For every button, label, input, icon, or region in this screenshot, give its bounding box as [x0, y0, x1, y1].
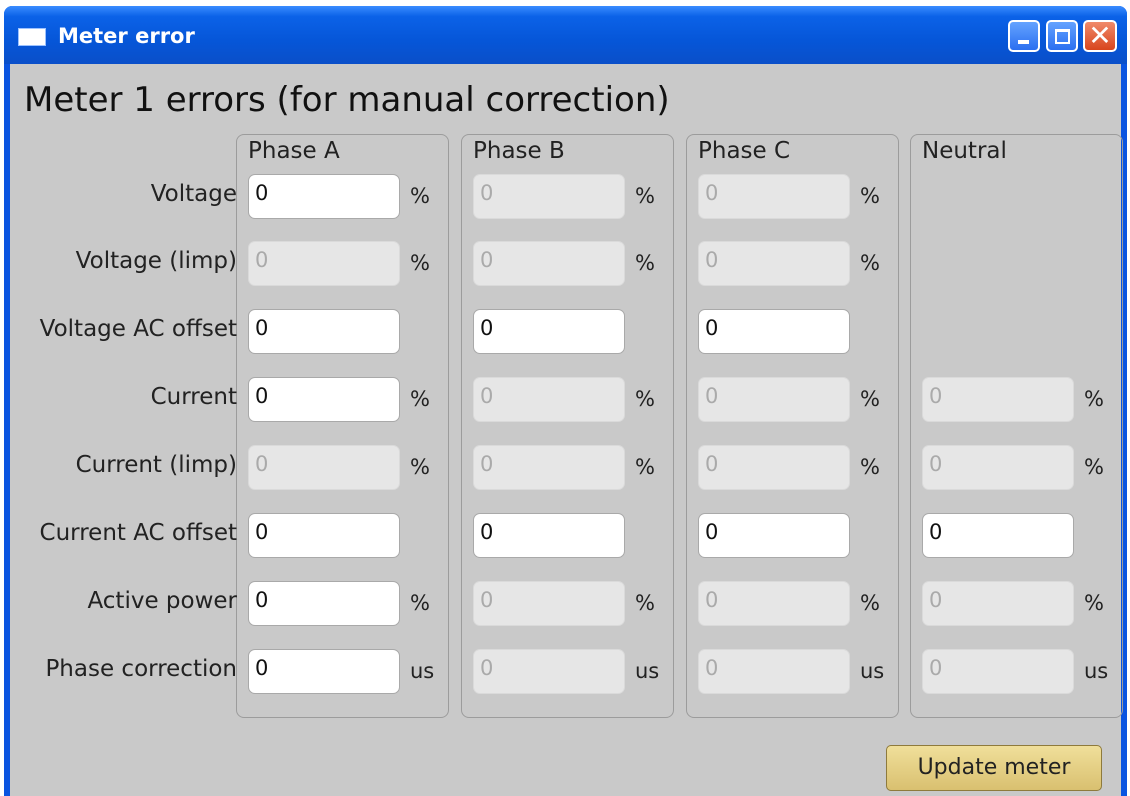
phase-a-header: Phase A — [248, 138, 340, 164]
unit-label: us — [860, 659, 885, 683]
row-label-current: Current — [150, 384, 237, 410]
neutral-header: Neutral — [922, 138, 1007, 164]
unit-label: % — [635, 184, 655, 208]
row-label-voltage: Voltage — [150, 181, 237, 207]
unit-label: % — [410, 591, 430, 615]
neutral-current-input: 0 — [922, 377, 1074, 422]
window-icon — [18, 28, 46, 46]
phase-c-voltage-limp-input: 0 — [698, 241, 850, 286]
phase-a-voltage-ac-offset-input[interactable]: 0 — [248, 309, 400, 354]
phase-c-header: Phase C — [698, 138, 791, 164]
unit-label: % — [1084, 591, 1104, 615]
maximize-icon — [1055, 29, 1070, 44]
minimize-button[interactable] — [1008, 20, 1040, 52]
phase-a-group — [236, 134, 449, 718]
phase-a-current-ac-offset-input[interactable]: 0 — [248, 513, 400, 558]
page-heading: Meter 1 errors (for manual correction) — [24, 80, 670, 120]
phase-c-phase-correction-input: 0 — [698, 649, 850, 694]
minimize-icon — [1018, 40, 1029, 44]
unit-label: % — [635, 591, 655, 615]
phase-b-phase-correction-input: 0 — [473, 649, 625, 694]
phase-b-header: Phase B — [473, 138, 565, 164]
phase-c-active-power-input: 0 — [698, 581, 850, 626]
row-label-voltage-limp: Voltage (limp) — [75, 248, 237, 274]
unit-label: % — [860, 591, 880, 615]
phase-a-voltage-limp-input: 0 — [248, 241, 400, 286]
unit-label: % — [1084, 455, 1104, 479]
phase-c-voltage-input: 0 — [698, 174, 850, 219]
phase-a-current-input[interactable]: 0 — [248, 377, 400, 422]
unit-label: % — [635, 387, 655, 411]
unit-label: % — [410, 184, 430, 208]
row-label-voltage-ac-offset: Voltage AC offset — [39, 316, 237, 342]
unit-label: % — [635, 455, 655, 479]
phase-c-group — [686, 134, 899, 718]
phase-a-phase-correction-input[interactable]: 0 — [248, 649, 400, 694]
phase-c-voltage-ac-offset-input[interactable]: 0 — [698, 309, 850, 354]
phase-a-active-power-input[interactable]: 0 — [248, 581, 400, 626]
phase-b-voltage-input: 0 — [473, 174, 625, 219]
phase-c-current-input: 0 — [698, 377, 850, 422]
neutral-phase-correction-input: 0 — [922, 649, 1074, 694]
row-label-current-limp: Current (limp) — [75, 452, 237, 478]
window-title: Meter error — [58, 24, 195, 48]
unit-label: us — [635, 659, 660, 683]
unit-label: % — [410, 251, 430, 275]
phase-a-current-limp-input: 0 — [248, 445, 400, 490]
row-label-active-power: Active power — [87, 588, 237, 614]
phase-b-current-limp-input: 0 — [473, 445, 625, 490]
phase-c-current-ac-offset-input[interactable]: 0 — [698, 513, 850, 558]
neutral-active-power-input: 0 — [922, 581, 1074, 626]
phase-b-group — [461, 134, 674, 718]
phase-b-current-input: 0 — [473, 377, 625, 422]
row-label-current-ac-offset: Current AC offset — [39, 520, 237, 546]
neutral-current-ac-offset-input[interactable]: 0 — [922, 513, 1074, 558]
unit-label: us — [1084, 659, 1109, 683]
unit-label: % — [860, 455, 880, 479]
update-meter-button[interactable]: Update meter — [886, 745, 1102, 791]
row-label-phase-correction: Phase correction — [45, 656, 237, 682]
unit-label: us — [410, 659, 435, 683]
unit-label: % — [860, 251, 880, 275]
phase-a-voltage-input[interactable]: 0 — [248, 174, 400, 219]
phase-b-current-ac-offset-input[interactable]: 0 — [473, 513, 625, 558]
unit-label: % — [860, 387, 880, 411]
close-button[interactable]: ✕ — [1083, 20, 1117, 52]
phase-b-voltage-ac-offset-input[interactable]: 0 — [473, 309, 625, 354]
maximize-button[interactable] — [1046, 20, 1078, 52]
close-icon: ✕ — [1088, 19, 1112, 52]
unit-label: % — [635, 251, 655, 275]
phase-b-voltage-limp-input: 0 — [473, 241, 625, 286]
window-content: Meter 1 errors (for manual correction) U… — [10, 64, 1123, 796]
unit-label: % — [860, 184, 880, 208]
neutral-group — [910, 134, 1123, 718]
meter-error-window: Meter error ✕ Meter 1 errors (for manual… — [4, 6, 1127, 796]
neutral-current-limp-input: 0 — [922, 445, 1074, 490]
unit-label: % — [1084, 387, 1104, 411]
unit-label: % — [410, 387, 430, 411]
unit-label: % — [410, 455, 430, 479]
phase-b-active-power-input: 0 — [473, 581, 625, 626]
title-bar[interactable]: Meter error ✕ — [4, 6, 1127, 64]
phase-c-current-limp-input: 0 — [698, 445, 850, 490]
